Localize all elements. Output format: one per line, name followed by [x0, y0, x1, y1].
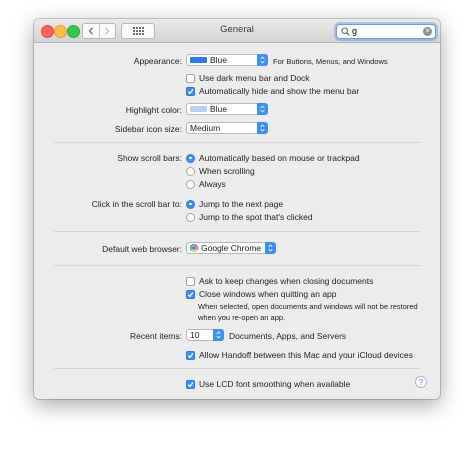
- updown-arrows-icon: [257, 122, 268, 134]
- appearance-popup[interactable]: Blue: [186, 54, 268, 66]
- highlight-popup[interactable]: Blue: [186, 103, 268, 115]
- scroll-bars-when-scrolling-radio[interactable]: When scrolling: [186, 166, 255, 176]
- chrome-icon: [190, 244, 198, 252]
- back-button[interactable]: [83, 24, 99, 38]
- ask-keep-changes-checkbox[interactable]: Ask to keep changes when closing documen…: [186, 276, 373, 286]
- lcd-font-smoothing-label: Use LCD font smoothing when available: [199, 379, 351, 389]
- option-label: When scrolling: [199, 166, 255, 176]
- radio-button[interactable]: [186, 153, 195, 163]
- ask-keep-label: Ask to keep changes when closing documen…: [199, 276, 374, 286]
- chevron-left-icon: [88, 27, 93, 35]
- forward-button[interactable]: [98, 24, 116, 38]
- dark-menu-label: Use dark menu bar and Dock: [199, 73, 310, 83]
- click-scroll-bar-label: Click in the scroll bar to:: [91, 199, 182, 209]
- recent-items-label: Recent items:: [130, 331, 182, 341]
- jump-next-page-radio[interactable]: Jump to the next page: [186, 199, 283, 209]
- updown-arrows-icon: [257, 103, 268, 115]
- appearance-note: For Buttons, Menus, and Windows: [273, 57, 388, 66]
- highlight-swatch: [190, 106, 207, 112]
- note-line: When selected, open documents and window…: [198, 302, 418, 311]
- lcd-font-smoothing-checkbox[interactable]: Use LCD font smoothing when available: [186, 379, 350, 389]
- scroll-bars-always-radio[interactable]: Always: [186, 179, 226, 189]
- show-all-button[interactable]: [121, 23, 155, 39]
- sidebar-icon-size-value: Medium: [190, 123, 221, 133]
- option-label: Jump to the spot that's clicked: [199, 212, 313, 222]
- appearance-label: Appearance:: [133, 56, 182, 66]
- allow-handoff-label: Allow Handoff between this Mac and your …: [199, 350, 413, 360]
- window-title: General: [220, 24, 254, 35]
- checkbox-box[interactable]: [186, 73, 195, 83]
- checkmark-icon[interactable]: [186, 350, 195, 360]
- close-windows-note: When selected, open documents and window…: [198, 301, 418, 323]
- help-button[interactable]: ?: [415, 376, 427, 388]
- search-icon: [341, 27, 350, 36]
- clear-search-icon[interactable]: ✕: [423, 27, 432, 36]
- auto-hide-label: Automatically hide and show the menu bar: [199, 86, 360, 96]
- recent-items-value: 10: [190, 330, 200, 340]
- sidebar-icon-size-label: Sidebar icon size:: [114, 124, 182, 134]
- scroll-bars-label: Show scroll bars:: [117, 153, 182, 163]
- checkmark-icon[interactable]: [186, 289, 195, 299]
- appearance-value: Blue: [210, 55, 228, 65]
- sidebar-icon-size-popup[interactable]: Medium: [186, 122, 268, 134]
- recent-items-suffix: Documents, Apps, and Servers: [229, 331, 347, 341]
- option-label: Jump to the next page: [199, 199, 284, 209]
- option-label: Automatically based on mouse or trackpad: [199, 153, 360, 163]
- radio-button[interactable]: [186, 179, 195, 189]
- highlight-value: Blue: [210, 104, 228, 114]
- scroll-bars-auto-radio[interactable]: Automatically based on mouse or trackpad: [186, 153, 360, 163]
- jump-to-spot-radio[interactable]: Jump to the spot that's clicked: [186, 212, 313, 222]
- minimize-window-button[interactable]: [54, 25, 67, 38]
- separator: [54, 231, 420, 232]
- default-browser-popup[interactable]: Google Chrome: [186, 242, 276, 254]
- note-line: when you re-open an app.: [198, 313, 286, 322]
- radio-button[interactable]: [186, 199, 195, 209]
- separator: [54, 142, 420, 143]
- search-field[interactable]: g ✕: [336, 24, 436, 39]
- checkbox-box[interactable]: [186, 276, 195, 286]
- search-input-value[interactable]: g: [352, 26, 357, 36]
- radio-button[interactable]: [186, 212, 195, 222]
- close-windows-checkbox[interactable]: Close windows when quitting an app: [186, 289, 337, 299]
- highlight-label: Highlight color:: [125, 105, 182, 115]
- close-window-button[interactable]: [41, 25, 54, 38]
- navigation-buttons: [82, 23, 116, 39]
- grid-icon: [132, 27, 144, 35]
- checkmark-icon[interactable]: [186, 379, 195, 389]
- preferences-window: General g ✕ Appearance: Blue For Buttons…: [34, 19, 440, 399]
- default-browser-value: Google Chrome: [201, 243, 262, 253]
- appearance-swatch: [190, 57, 207, 63]
- updown-arrows-icon: [213, 329, 224, 341]
- option-label: Always: [199, 179, 226, 189]
- chevron-right-icon: [105, 27, 110, 35]
- updown-arrows-icon: [257, 54, 268, 66]
- dark-menu-checkbox[interactable]: Use dark menu bar and Dock: [186, 73, 310, 83]
- allow-handoff-checkbox[interactable]: Allow Handoff between this Mac and your …: [186, 350, 413, 360]
- updown-arrows-icon: [265, 242, 276, 254]
- separator: [54, 265, 420, 266]
- close-windows-label: Close windows when quitting an app: [199, 289, 337, 299]
- checkmark-icon[interactable]: [186, 86, 195, 96]
- separator: [54, 368, 420, 369]
- recent-items-popup[interactable]: 10: [186, 329, 224, 341]
- radio-button[interactable]: [186, 166, 195, 176]
- zoom-window-button[interactable]: [67, 25, 80, 38]
- title-bar: General g ✕: [34, 19, 440, 43]
- default-browser-label: Default web browser:: [102, 244, 182, 254]
- auto-hide-menu-checkbox[interactable]: Automatically hide and show the menu bar: [186, 86, 359, 96]
